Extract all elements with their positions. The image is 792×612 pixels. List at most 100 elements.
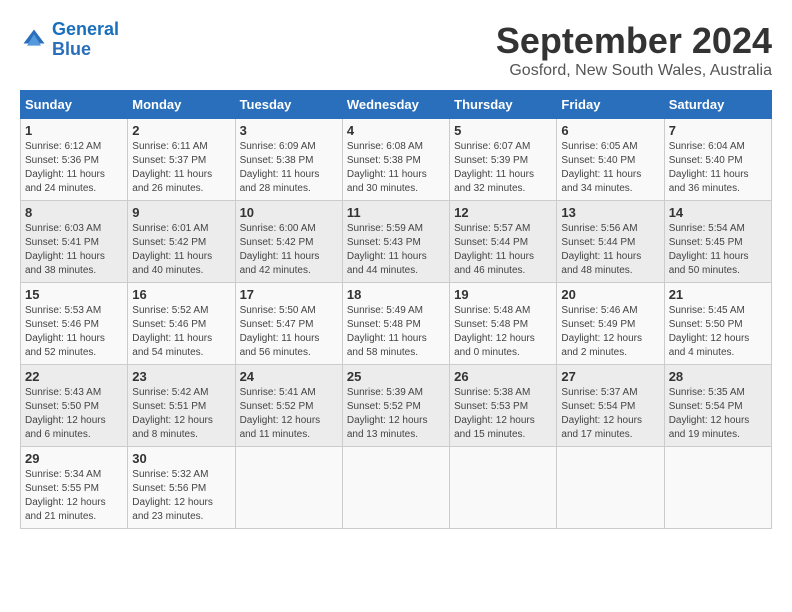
day-info: Sunrise: 6:07 AMSunset: 5:39 PMDaylight:… — [454, 140, 552, 196]
calendar-cell: 22Sunrise: 5:43 AMSunset: 5:50 PMDayligh… — [21, 365, 128, 447]
calendar-week-row: 1 Sunrise: 6:12 AMSunset: 5:36 PMDaylight… — [21, 119, 772, 201]
day-info: Sunrise: 6:09 AMSunset: 5:38 PMDaylight:… — [240, 140, 338, 196]
calendar-cell: 13 Sunrise: 5:56 AMSunset: 5:44 PMDayligh… — [557, 201, 664, 283]
calendar-cell: 2 Sunrise: 6:11 AMSunset: 5:37 PMDaylight… — [128, 119, 235, 201]
calendar-week-row: 22Sunrise: 5:43 AMSunset: 5:50 PMDayligh… — [21, 365, 772, 447]
day-number: 2 — [132, 123, 230, 138]
logo: General Blue — [20, 20, 119, 60]
day-info: Sunrise: 6:01 AMSunset: 5:42 PMDaylight:… — [132, 222, 230, 278]
day-number: 12 — [454, 205, 552, 220]
day-info: Sunrise: 5:45 AMSunset: 5:50 PMDaylight:… — [669, 304, 767, 360]
calendar-week-row: 29Sunrise: 5:34 AMSunset: 5:55 PMDayligh… — [21, 447, 772, 529]
calendar-cell: 6 Sunrise: 6:05 AMSunset: 5:40 PMDaylight… — [557, 119, 664, 201]
calendar-cell: 5 Sunrise: 6:07 AMSunset: 5:39 PMDaylight… — [450, 119, 557, 201]
day-number: 13 — [561, 205, 659, 220]
day-number: 17 — [240, 287, 338, 302]
day-info: Sunrise: 6:03 AMSunset: 5:41 PMDaylight:… — [25, 222, 123, 278]
calendar-header-row: SundayMondayTuesdayWednesdayThursdayFrid… — [21, 91, 772, 119]
header: General Blue September 2024 Gosford, New… — [20, 20, 772, 80]
calendar-cell — [235, 447, 342, 529]
day-info: Sunrise: 6:12 AMSunset: 5:36 PMDaylight:… — [25, 140, 123, 196]
day-number: 10 — [240, 205, 338, 220]
day-number: 28 — [669, 369, 767, 384]
calendar-cell: 17Sunrise: 5:50 AMSunset: 5:47 PMDayligh… — [235, 283, 342, 365]
calendar-cell: 18Sunrise: 5:49 AMSunset: 5:48 PMDayligh… — [342, 283, 449, 365]
calendar-cell: 26Sunrise: 5:38 AMSunset: 5:53 PMDayligh… — [450, 365, 557, 447]
day-number: 14 — [669, 205, 767, 220]
logo-line1: General — [52, 19, 119, 39]
day-number: 15 — [25, 287, 123, 302]
day-info: Sunrise: 5:42 AMSunset: 5:51 PMDaylight:… — [132, 386, 230, 442]
day-info: Sunrise: 5:39 AMSunset: 5:52 PMDaylight:… — [347, 386, 445, 442]
column-header-tuesday: Tuesday — [235, 91, 342, 119]
day-number: 11 — [347, 205, 445, 220]
calendar-cell: 12 Sunrise: 5:57 AMSunset: 5:44 PMDayligh… — [450, 201, 557, 283]
calendar-body: 1 Sunrise: 6:12 AMSunset: 5:36 PMDaylight… — [21, 119, 772, 529]
day-info: Sunrise: 6:00 AMSunset: 5:42 PMDaylight:… — [240, 222, 338, 278]
calendar-cell: 29Sunrise: 5:34 AMSunset: 5:55 PMDayligh… — [21, 447, 128, 529]
day-info: Sunrise: 6:05 AMSunset: 5:40 PMDaylight:… — [561, 140, 659, 196]
calendar-cell: 9 Sunrise: 6:01 AMSunset: 5:42 PMDaylight… — [128, 201, 235, 283]
day-number: 8 — [25, 205, 123, 220]
calendar-cell: 25 Sunrise: 5:39 AMSunset: 5:52 PMDayligh… — [342, 365, 449, 447]
day-info: Sunrise: 5:48 AMSunset: 5:48 PMDaylight:… — [454, 304, 552, 360]
day-number: 19 — [454, 287, 552, 302]
calendar-cell: 19 Sunrise: 5:48 AMSunset: 5:48 PMDayligh… — [450, 283, 557, 365]
day-number: 1 — [25, 123, 123, 138]
calendar-cell: 7Sunrise: 6:04 AMSunset: 5:40 PMDaylight… — [664, 119, 771, 201]
day-info: Sunrise: 5:57 AMSunset: 5:44 PMDaylight:… — [454, 222, 552, 278]
day-number: 6 — [561, 123, 659, 138]
calendar-title: September 2024 — [496, 20, 772, 62]
calendar-cell — [664, 447, 771, 529]
day-info: Sunrise: 5:53 AMSunset: 5:46 PMDaylight:… — [25, 304, 123, 360]
logo-icon — [20, 26, 48, 54]
day-info: Sunrise: 5:35 AMSunset: 5:54 PMDaylight:… — [669, 386, 767, 442]
calendar-cell: 4 Sunrise: 6:08 AMSunset: 5:38 PMDaylight… — [342, 119, 449, 201]
day-info: Sunrise: 5:37 AMSunset: 5:54 PMDaylight:… — [561, 386, 659, 442]
day-number: 27 — [561, 369, 659, 384]
column-header-saturday: Saturday — [664, 91, 771, 119]
day-info: Sunrise: 5:41 AMSunset: 5:52 PMDaylight:… — [240, 386, 338, 442]
calendar-cell — [557, 447, 664, 529]
day-info: Sunrise: 5:49 AMSunset: 5:48 PMDaylight:… — [347, 304, 445, 360]
calendar-table: SundayMondayTuesdayWednesdayThursdayFrid… — [20, 90, 772, 529]
day-number: 5 — [454, 123, 552, 138]
calendar-cell: 1 Sunrise: 6:12 AMSunset: 5:36 PMDaylight… — [21, 119, 128, 201]
calendar-cell — [450, 447, 557, 529]
day-number: 3 — [240, 123, 338, 138]
calendar-cell: 8 Sunrise: 6:03 AMSunset: 5:41 PMDaylight… — [21, 201, 128, 283]
day-info: Sunrise: 5:34 AMSunset: 5:55 PMDaylight:… — [25, 468, 123, 524]
calendar-cell: 20 Sunrise: 5:46 AMSunset: 5:49 PMDayligh… — [557, 283, 664, 365]
day-number: 4 — [347, 123, 445, 138]
calendar-cell: 14Sunrise: 5:54 AMSunset: 5:45 PMDayligh… — [664, 201, 771, 283]
column-header-wednesday: Wednesday — [342, 91, 449, 119]
day-number: 21 — [669, 287, 767, 302]
day-number: 20 — [561, 287, 659, 302]
day-info: Sunrise: 5:52 AMSunset: 5:46 PMDaylight:… — [132, 304, 230, 360]
calendar-subtitle: Gosford, New South Wales, Australia — [496, 62, 772, 80]
day-number: 23 — [132, 369, 230, 384]
calendar-cell: 30Sunrise: 5:32 AMSunset: 5:56 PMDayligh… — [128, 447, 235, 529]
day-number: 9 — [132, 205, 230, 220]
logo-line2: Blue — [52, 39, 91, 59]
calendar-cell: 3 Sunrise: 6:09 AMSunset: 5:38 PMDaylight… — [235, 119, 342, 201]
calendar-week-row: 8 Sunrise: 6:03 AMSunset: 5:41 PMDaylight… — [21, 201, 772, 283]
day-number: 30 — [132, 451, 230, 466]
calendar-cell: 21 Sunrise: 5:45 AMSunset: 5:50 PMDayligh… — [664, 283, 771, 365]
day-info: Sunrise: 6:11 AMSunset: 5:37 PMDaylight:… — [132, 140, 230, 196]
day-info: Sunrise: 6:08 AMSunset: 5:38 PMDaylight:… — [347, 140, 445, 196]
calendar-cell: 23 Sunrise: 5:42 AMSunset: 5:51 PMDayligh… — [128, 365, 235, 447]
day-number: 22 — [25, 369, 123, 384]
day-info: Sunrise: 5:46 AMSunset: 5:49 PMDaylight:… — [561, 304, 659, 360]
day-number: 25 — [347, 369, 445, 384]
day-info: Sunrise: 6:04 AMSunset: 5:40 PMDaylight:… — [669, 140, 767, 196]
column-header-friday: Friday — [557, 91, 664, 119]
title-section: September 2024 Gosford, New South Wales,… — [496, 20, 772, 80]
day-number: 24 — [240, 369, 338, 384]
day-info: Sunrise: 5:59 AMSunset: 5:43 PMDaylight:… — [347, 222, 445, 278]
column-header-thursday: Thursday — [450, 91, 557, 119]
day-info: Sunrise: 5:56 AMSunset: 5:44 PMDaylight:… — [561, 222, 659, 278]
calendar-cell: 27 Sunrise: 5:37 AMSunset: 5:54 PMDayligh… — [557, 365, 664, 447]
calendar-cell: 16Sunrise: 5:52 AMSunset: 5:46 PMDayligh… — [128, 283, 235, 365]
day-number: 26 — [454, 369, 552, 384]
